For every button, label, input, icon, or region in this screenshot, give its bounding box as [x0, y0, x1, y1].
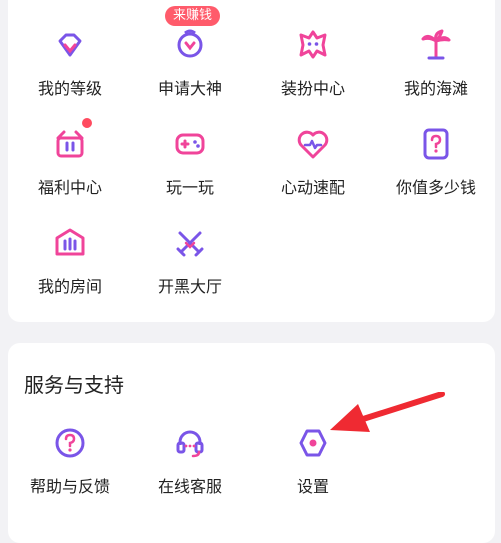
grid-item-label: 我的海滩	[403, 79, 468, 98]
service-item-label: 设置	[296, 477, 329, 496]
hexagon-settings-icon	[299, 429, 327, 457]
gift-icon	[56, 130, 84, 158]
room-icon	[55, 228, 85, 256]
question-card-icon	[423, 128, 449, 160]
star-dress-icon	[299, 30, 327, 59]
red-arrow-annotation	[330, 392, 445, 432]
grid-item-label: 心动速配	[280, 178, 345, 197]
god-apply-icon	[177, 29, 203, 58]
headset-icon	[176, 430, 204, 458]
grid-item-label: 申请大神	[157, 79, 222, 98]
diamond-level-icon	[58, 33, 82, 57]
service-item-label: 在线客服	[157, 477, 222, 496]
earn-money-badge: 来赚钱	[165, 6, 221, 26]
heart-pulse-icon	[297, 130, 329, 159]
grid-item-label: 你值多少钱	[395, 178, 476, 197]
grid-item-label: 福利中心	[37, 178, 102, 197]
gamepad-icon	[175, 133, 205, 155]
palm-tree-icon	[421, 29, 451, 60]
grid-item-label: 我的房间	[37, 277, 102, 296]
grid-item-label: 开黑大厅	[157, 277, 222, 296]
help-icon	[55, 428, 85, 458]
section-title: 服务与支持	[24, 373, 124, 397]
crossed-swords-icon	[176, 231, 204, 257]
grid-item-label: 装扮中心	[280, 79, 345, 98]
service-item-label: 帮助与反馈	[29, 477, 110, 496]
notification-dot	[82, 118, 92, 128]
grid-item-label: 玩一玩	[165, 178, 214, 197]
grid-item-label: 我的等级	[37, 79, 102, 98]
